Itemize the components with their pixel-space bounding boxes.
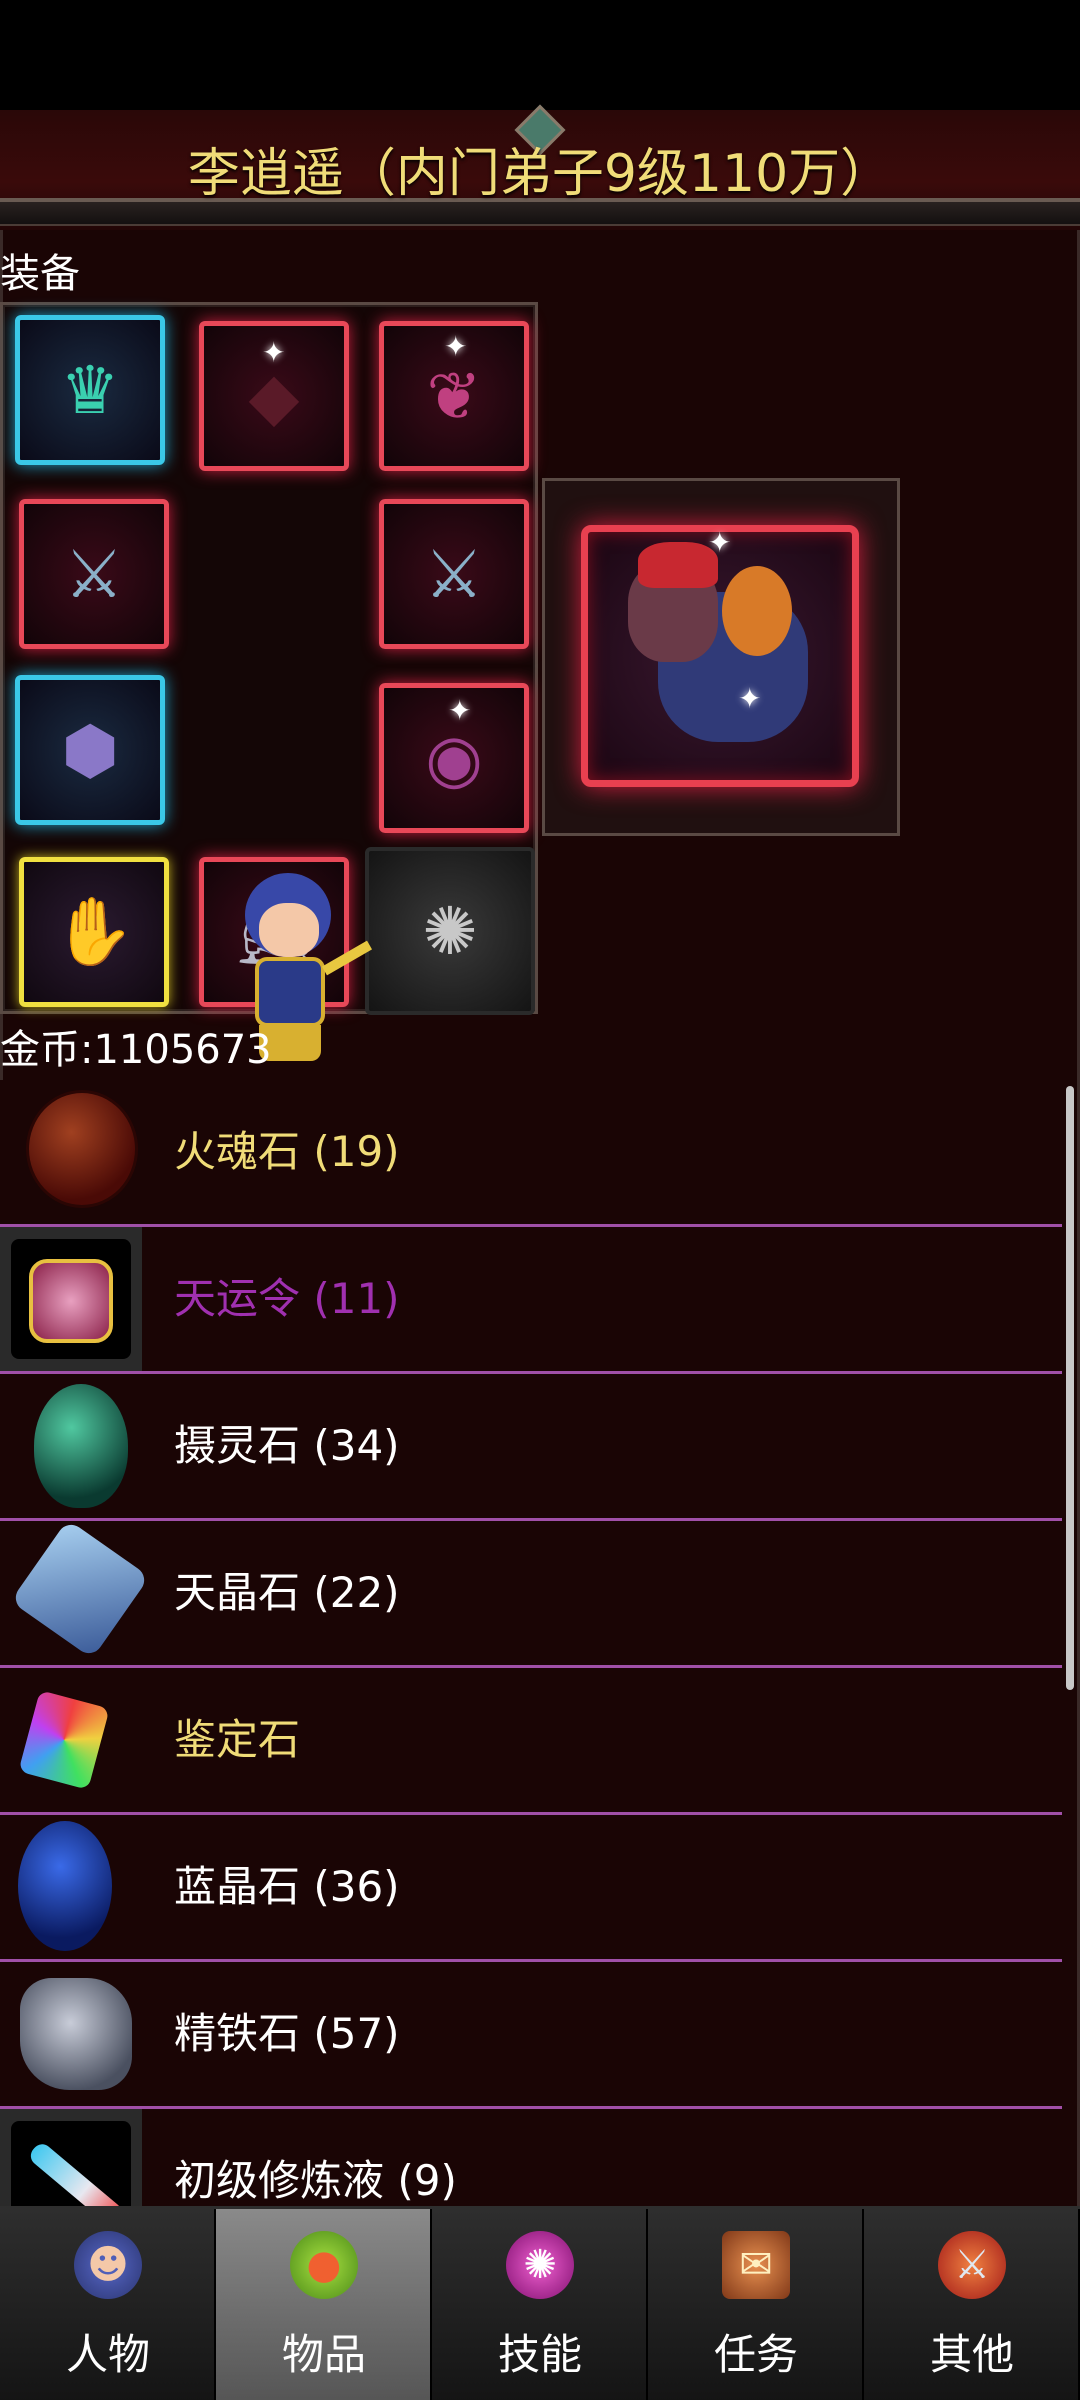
item-name: 鉴定石 [174,1715,301,1764]
list-item[interactable]: 初级修炼液 (9) [0,2109,1062,2206]
tab-label: 物品 [281,2330,366,2379]
gloves-slot[interactable]: ✋ [19,857,169,1007]
status-bar [0,0,1080,110]
weapon-right-slot[interactable]: ⚔ [379,499,529,649]
gear-icon: ✺ [422,892,478,970]
tab-character[interactable]: ☻ 人物 [0,2209,216,2400]
sparkle-icon: ✦ [738,682,762,715]
bracer-slot[interactable]: ⬢ [15,675,165,825]
blue-crystal-icon [0,1815,142,1959]
identify-stone-icon [0,1668,142,1812]
equipment-section-label: 装备 [0,251,80,297]
glove-icon: ✋ [52,893,136,970]
bracer-icon: ⬢ [61,711,119,789]
bottom-nav: ☻ 人物 ● 物品 ✺ 技能 ✉ 任务 ⚔ 其他 [0,2206,1080,2400]
tab-label: 技能 [497,2330,582,2379]
item-name: 初级修炼液 (9) [174,2156,457,2205]
tab-label: 任务 [713,2330,798,2379]
skill-swirl-icon: ✺ [506,2231,574,2299]
list-item[interactable]: 火魂石 (19) [0,1080,1062,1227]
item-list[interactable]: 火魂石 (19) 天运令 (11) 摄灵石 (34) 天晶石 (22) 鉴定石 … [0,1080,1062,2206]
list-item[interactable]: 精铁石 (57) [0,1962,1062,2109]
sparkle-icon: ✦ [262,336,286,369]
helmet-slot[interactable]: ♛ [15,315,165,465]
list-item[interactable]: 鉴定石 [0,1668,1062,1815]
potion-bag-icon: ● [290,2231,358,2299]
tab-label: 其他 [929,2330,1014,2379]
sparkle-icon: ✦ [444,330,468,363]
mount-panel[interactable]: ✦ ✦ [542,478,900,836]
necklace-icon: ❦ [426,357,482,435]
item-name: 蓝晶石 (36) [174,1862,400,1911]
mount-slot[interactable]: ✦ ✦ [581,525,859,787]
list-item[interactable]: 天晶石 (22) [0,1519,1062,1668]
armor-icon: ◆ [248,357,300,435]
accessory-slot[interactable]: ✺ [365,847,535,1015]
weapon-left-slot[interactable]: ⚔ [19,499,169,649]
item-name: 火魂石 (19) [174,1127,400,1176]
fire-soul-stone-icon [0,1080,142,1224]
list-item[interactable]: 蓝晶石 (36) [0,1815,1062,1962]
tab-skills[interactable]: ✺ 技能 [432,2209,648,2400]
tab-label: 人物 [65,2330,150,2379]
game-screen: 李逍遥（内门弟子9级110万） 装备 ♛ ◆ ✦ ❦ ✦ ⚔ ⚔ ⬢ ◉ ✦ ✋ [0,0,1080,2400]
item-name: 精铁石 (57) [174,2009,400,2058]
list-item[interactable]: 天运令 (11) [0,1227,1062,1374]
sword-icon: ⚔ [424,535,484,613]
crown-icon: ♛ [60,351,120,429]
gold-count: 金币:1105673 [0,1027,272,1073]
potion-vial-icon [0,2109,142,2206]
spirit-stone-icon [0,1374,142,1518]
tab-quests[interactable]: ✉ 任务 [648,2209,864,2400]
sparkle-icon: ✦ [708,526,732,559]
character-title: 李逍遥（内门弟子9级110万） [187,144,893,204]
item-name: 天运令 (11) [174,1274,400,1323]
sword-shield-icon: ⚔ [938,2231,1006,2299]
necklace-slot[interactable]: ❦ ✦ [379,321,529,471]
tab-other[interactable]: ⚔ 其他 [864,2209,1080,2400]
quest-scroll-icon: ✉ [722,2231,790,2299]
item-name: 天晶石 (22) [174,1568,400,1617]
scrollbar-thumb[interactable] [1066,1086,1074,1690]
armor-slot[interactable]: ◆ ✦ [199,321,349,471]
sparkle-icon: ✦ [448,694,472,727]
fortune-token-icon [0,1227,142,1371]
iron-ore-icon [0,1962,142,2106]
sky-crystal-icon [0,1519,150,1665]
tab-items[interactable]: ● 物品 [216,2209,432,2400]
ring-icon: ◉ [425,719,483,797]
equipment-panel: ♛ ◆ ✦ ❦ ✦ ⚔ ⚔ ⬢ ◉ ✦ ✋ ⛸ ✺ [0,302,538,1061]
character-icon: ☻ [74,2231,142,2299]
list-item[interactable]: 摄灵石 (34) [0,1374,1062,1521]
ring-slot[interactable]: ◉ ✦ [379,683,529,833]
item-name: 摄灵石 (34) [174,1421,400,1470]
sword-icon: ⚔ [64,535,124,613]
